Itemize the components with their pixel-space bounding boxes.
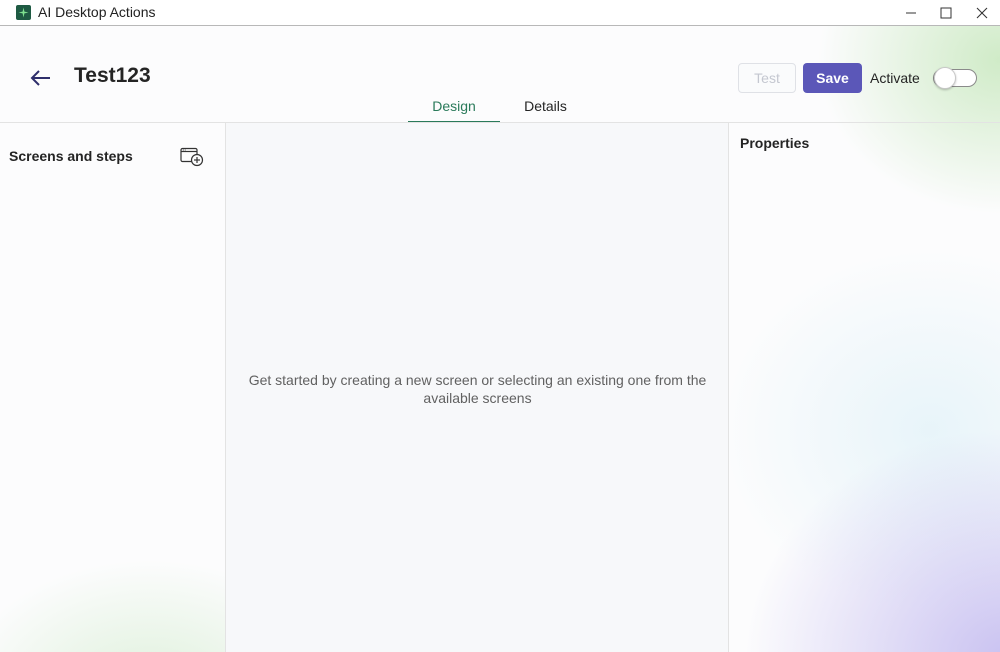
test-button[interactable]: Test	[738, 63, 796, 93]
title-bar: AI Desktop Actions	[0, 0, 1000, 26]
header-divider	[0, 122, 1000, 123]
minimize-icon[interactable]	[893, 0, 929, 26]
tab-details[interactable]: Details	[500, 98, 591, 123]
properties-panel: Properties	[729, 123, 1000, 652]
activate-toggle[interactable]	[933, 67, 977, 89]
save-button[interactable]: Save	[803, 63, 862, 93]
screens-panel-title: Screens and steps	[9, 148, 133, 164]
page-title: Test123	[74, 64, 151, 87]
arrow-left-icon	[30, 70, 50, 86]
empty-state-message: Get started by creating a new screen or …	[248, 372, 707, 406]
screens-panel: Screens and steps	[0, 123, 226, 652]
maximize-icon[interactable]	[928, 0, 964, 26]
tab-design[interactable]: Design	[408, 98, 500, 123]
window-title: AI Desktop Actions	[38, 4, 156, 20]
properties-title: Properties	[740, 135, 810, 151]
activate-label: Activate	[870, 70, 920, 86]
app-logo-icon	[16, 5, 31, 20]
toggle-knob	[934, 67, 956, 89]
add-screen-button[interactable]	[180, 147, 204, 167]
close-icon[interactable]	[964, 0, 1000, 26]
design-canvas: Get started by creating a new screen or …	[226, 123, 729, 652]
add-screen-icon	[180, 147, 204, 167]
page-header: Test123 Test Save Activate Design Detail…	[0, 26, 1000, 123]
back-button[interactable]	[28, 66, 54, 90]
